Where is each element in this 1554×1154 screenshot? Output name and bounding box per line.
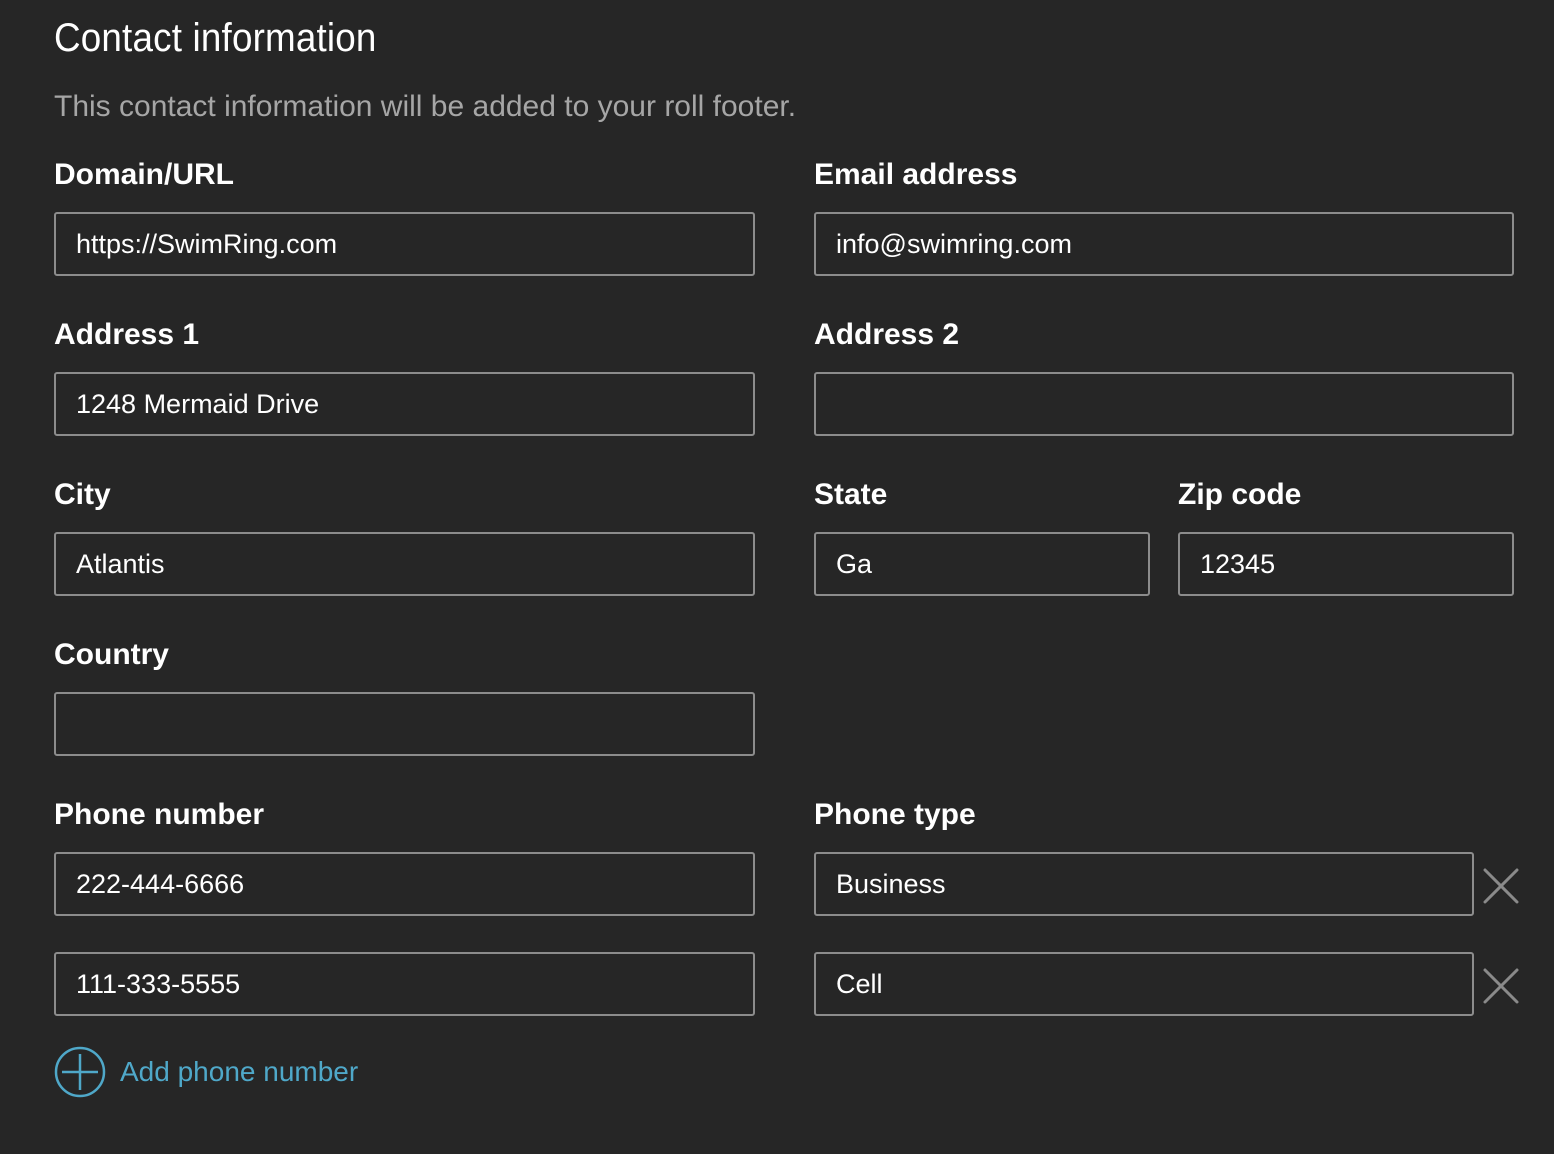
- add-phone-number-button[interactable]: Add phone number: [54, 1046, 358, 1098]
- email-input[interactable]: [816, 214, 1512, 274]
- phone-number-input[interactable]: [56, 954, 753, 1014]
- domain-input[interactable]: [56, 214, 753, 274]
- state-label: State: [814, 478, 888, 511]
- close-icon: [1483, 868, 1519, 904]
- city-input[interactable]: [56, 534, 753, 594]
- add-phone-number-label: Add phone number: [120, 1056, 359, 1087]
- phone-number-label: Phone number: [54, 798, 265, 831]
- phone-number-field-box: [54, 952, 755, 1016]
- city-field-box: [54, 532, 755, 596]
- address2-label: Address 2: [814, 318, 960, 351]
- email-label: Email address: [814, 158, 1018, 191]
- state-input[interactable]: [816, 534, 1148, 594]
- city-label: City: [54, 478, 111, 511]
- address2-field-box: [814, 372, 1514, 436]
- phone-type-input[interactable]: [816, 954, 1472, 1014]
- state-field-box: [814, 532, 1150, 596]
- zip-input[interactable]: [1180, 534, 1512, 594]
- close-icon: [1483, 968, 1519, 1004]
- page-subtitle: This contact information will be added t…: [54, 90, 797, 123]
- contact-information-panel: Contact information This contact informa…: [0, 0, 1554, 1154]
- country-field-box: [54, 692, 755, 756]
- address1-label: Address 1: [54, 318, 200, 351]
- country-label: Country: [54, 638, 169, 671]
- country-input[interactable]: [56, 694, 753, 754]
- plus-circle-icon: [54, 1046, 106, 1098]
- phone-type-label: Phone type: [814, 798, 976, 831]
- remove-phone-button[interactable]: [1481, 966, 1521, 1006]
- phone-number-input[interactable]: [56, 854, 753, 914]
- phone-type-field-box: [814, 952, 1474, 1016]
- domain-label: Domain/URL: [54, 158, 234, 191]
- email-field-box: [814, 212, 1514, 276]
- phone-type-field-box: [814, 852, 1474, 916]
- address1-field-box: [54, 372, 755, 436]
- phone-number-field-box: [54, 852, 755, 916]
- address2-input[interactable]: [816, 374, 1512, 434]
- phone-type-input[interactable]: [816, 854, 1472, 914]
- page-title: Contact information: [54, 16, 377, 60]
- remove-phone-button[interactable]: [1481, 866, 1521, 906]
- domain-field-box: [54, 212, 755, 276]
- address1-input[interactable]: [56, 374, 753, 434]
- zip-label: Zip code: [1178, 478, 1302, 511]
- zip-field-box: [1178, 532, 1514, 596]
